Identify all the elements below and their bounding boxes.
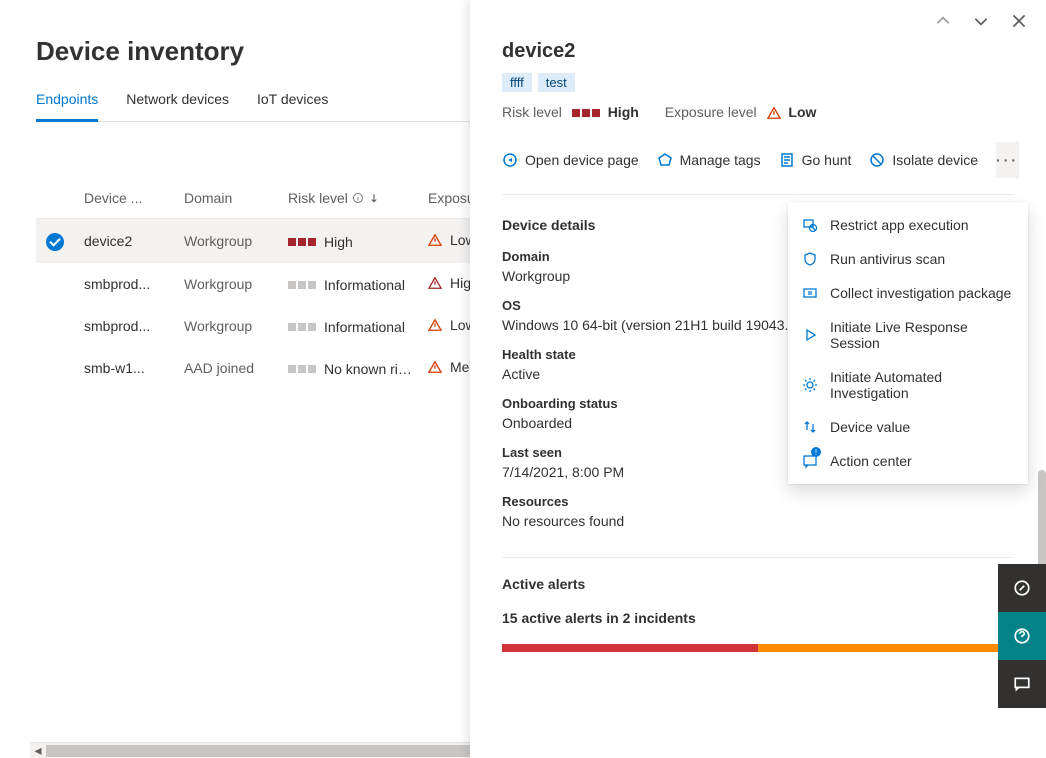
flyout-title: device2 [502, 40, 1014, 63]
tab-iot-devices[interactable]: IoT devices [257, 91, 328, 121]
go-hunt-button[interactable]: Go hunt [779, 152, 852, 168]
risk-high-icon [572, 109, 600, 117]
col-domain[interactable]: Domain [184, 190, 288, 206]
package-icon [802, 285, 818, 301]
col-risk[interactable]: Risk level [288, 190, 428, 206]
close-icon[interactable] [1010, 12, 1028, 30]
warning-icon [428, 318, 442, 332]
more-icon: ··· [996, 152, 1019, 168]
warning-icon [428, 233, 442, 247]
alerts-bar [502, 644, 1014, 652]
exposure-level: Exposure level Low [665, 104, 817, 120]
col-device[interactable]: Device ... [84, 190, 184, 206]
side-button-help[interactable] [998, 612, 1046, 660]
vertical-scrollbar-thumb[interactable] [1038, 470, 1046, 578]
risk-info-icon [288, 281, 316, 289]
isolate-device-button[interactable]: Isolate device [869, 152, 978, 168]
resources-value: No resources found [502, 513, 1014, 529]
risk-none-icon [288, 365, 316, 373]
levels: Risk level High Exposure level Low [502, 104, 1014, 120]
side-button-1[interactable] [998, 564, 1046, 612]
tags: ffff test [502, 73, 1014, 92]
block-icon [869, 152, 885, 168]
compass-icon [1013, 579, 1031, 597]
menu-antivirus[interactable]: Run antivirus scan [788, 242, 1028, 276]
play-icon [802, 327, 818, 343]
active-alerts-header[interactable]: Active alerts [502, 558, 1014, 610]
cell-device: smbprod... [84, 276, 184, 292]
cell-exposure: Low [428, 317, 476, 333]
menu-automated-investigation[interactable]: Initiate Automated Investigation [788, 360, 1028, 410]
cell-domain: Workgroup [184, 233, 288, 249]
menu-action-center[interactable]: ! Action center [788, 444, 1028, 478]
manage-tags-button[interactable]: Manage tags [657, 152, 761, 168]
cell-risk: Informational [288, 277, 405, 293]
cell-domain: AAD joined [184, 360, 288, 376]
tab-network-devices[interactable]: Network devices [126, 91, 229, 121]
warning-icon [767, 106, 781, 120]
hunt-icon [779, 152, 795, 168]
cell-domain: Workgroup [184, 318, 288, 334]
restrict-icon [802, 217, 818, 233]
side-button-feedback[interactable] [998, 660, 1046, 708]
row-selected-icon[interactable] [46, 233, 64, 251]
gear-icon [802, 377, 818, 393]
cell-device: smb-w1... [84, 360, 184, 376]
cell-device: smbprod... [84, 318, 184, 334]
cell-exposure: Low [428, 232, 476, 248]
shield-icon [802, 251, 818, 267]
alerts-bar-high [502, 644, 758, 652]
next-item-icon[interactable] [972, 12, 990, 30]
feedback-icon [1013, 675, 1031, 693]
help-icon [1013, 627, 1031, 645]
more-actions-button[interactable]: ··· [996, 142, 1019, 178]
warning-icon [428, 360, 442, 374]
alerts-bar-medium [758, 644, 1014, 652]
updown-icon [802, 419, 818, 435]
tag[interactable]: ffff [502, 73, 532, 92]
risk-high-icon [288, 238, 316, 246]
warning-icon [428, 276, 442, 290]
menu-restrict-app[interactable]: Restrict app execution [788, 208, 1028, 242]
cell-device: device2 [84, 233, 184, 249]
scroll-left-icon[interactable]: ◂ [30, 743, 46, 758]
more-actions-menu: Restrict app execution Run antivirus sca… [788, 202, 1028, 484]
alerts-summary: 15 active alerts in 2 incidents [502, 610, 1014, 626]
tag-icon [657, 152, 673, 168]
flyout-controls [470, 0, 1046, 30]
cell-risk: No known risks.. [288, 361, 414, 377]
menu-live-response[interactable]: Initiate Live Response Session [788, 310, 1028, 360]
notification-badge-icon: ! [811, 447, 821, 457]
action-bar: Open device page Manage tags Go hunt Iso… [502, 142, 1014, 195]
info-icon [352, 192, 364, 204]
menu-collect-package[interactable]: Collect investigation package [788, 276, 1028, 310]
open-device-page-button[interactable]: Open device page [502, 152, 639, 168]
cell-domain: Workgroup [184, 276, 288, 292]
tag[interactable]: test [538, 73, 575, 92]
sort-desc-icon [368, 192, 380, 204]
side-tools [998, 564, 1046, 708]
tab-endpoints[interactable]: Endpoints [36, 91, 98, 122]
open-icon [502, 152, 518, 168]
risk-info-icon [288, 323, 316, 331]
cell-risk: Informational [288, 319, 405, 335]
prev-item-icon[interactable] [934, 12, 952, 30]
app-root: Device inventory Endpoints Network devic… [0, 0, 1046, 758]
menu-device-value[interactable]: Device value [788, 410, 1028, 444]
resources-label: Resources [502, 494, 1014, 509]
cell-risk: High [288, 234, 353, 250]
risk-level: Risk level High [502, 104, 639, 120]
